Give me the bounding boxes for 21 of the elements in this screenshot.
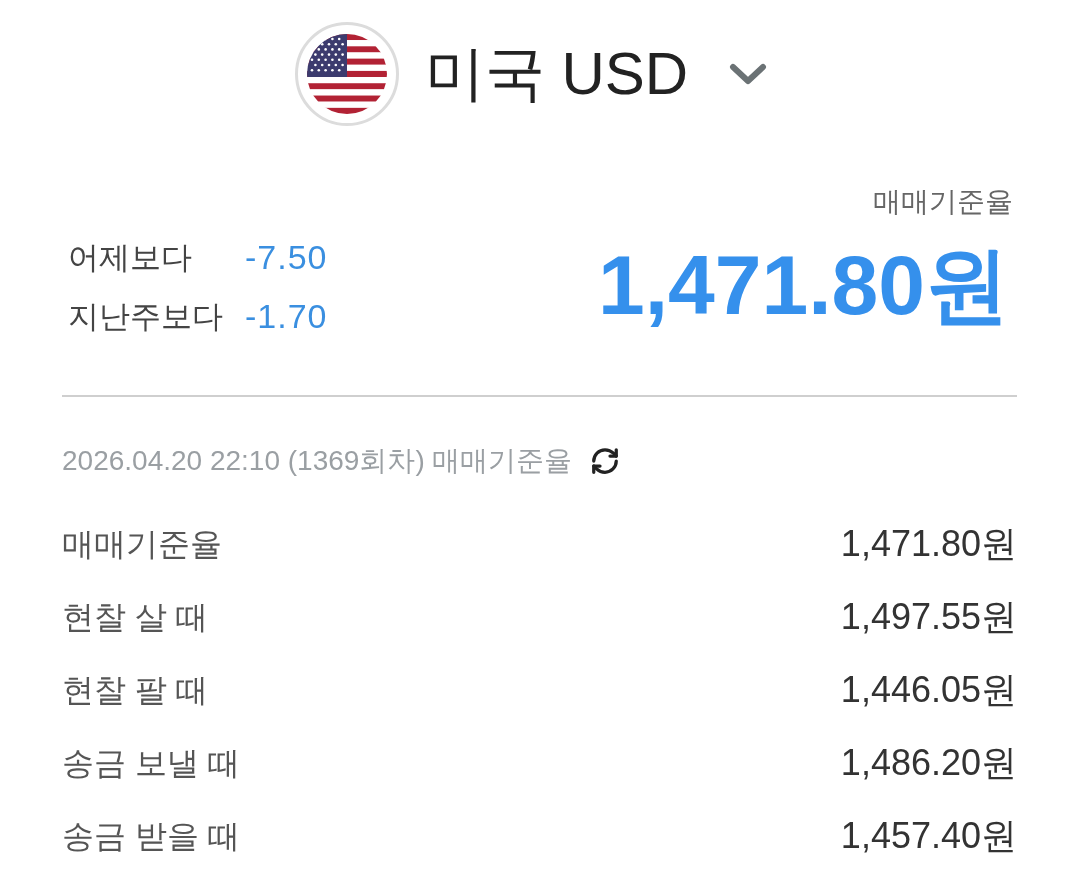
- change-value: -7.50: [245, 237, 328, 278]
- rate-value: 1,457.40원: [840, 814, 1017, 858]
- change-value: -1.70: [245, 296, 328, 337]
- flag-icon: [294, 22, 399, 126]
- timestamp: 2026.04.20 22:10 (1369회차) 매매기준율: [62, 444, 573, 478]
- rate-type-label: 송금 받을 때: [62, 816, 240, 856]
- rate-value: 1,446.05원: [840, 668, 1017, 712]
- chevron-down-icon[interactable]: [728, 62, 769, 86]
- rate-value: 1,486.20원: [840, 741, 1017, 785]
- rate-value: 1,471.80원: [840, 522, 1017, 566]
- rate-label: 매매기준율: [873, 185, 1013, 219]
- rate-type-label: 매매기준율: [62, 524, 222, 564]
- change-label: 지난주보다: [68, 298, 223, 336]
- rate-type-label: 현찰 살 때: [62, 597, 208, 637]
- rate-type-label: 송금 보낼 때: [62, 743, 240, 783]
- change-label: 어제보다: [68, 239, 193, 277]
- rate-value: 1,497.55원: [840, 595, 1017, 639]
- rate-type-label: 현찰 팔 때: [62, 670, 208, 710]
- refresh-icon[interactable]: [590, 446, 621, 476]
- currency-title: 미국 USD: [424, 39, 689, 109]
- exchange-rate: 1,471.80원: [598, 237, 1009, 334]
